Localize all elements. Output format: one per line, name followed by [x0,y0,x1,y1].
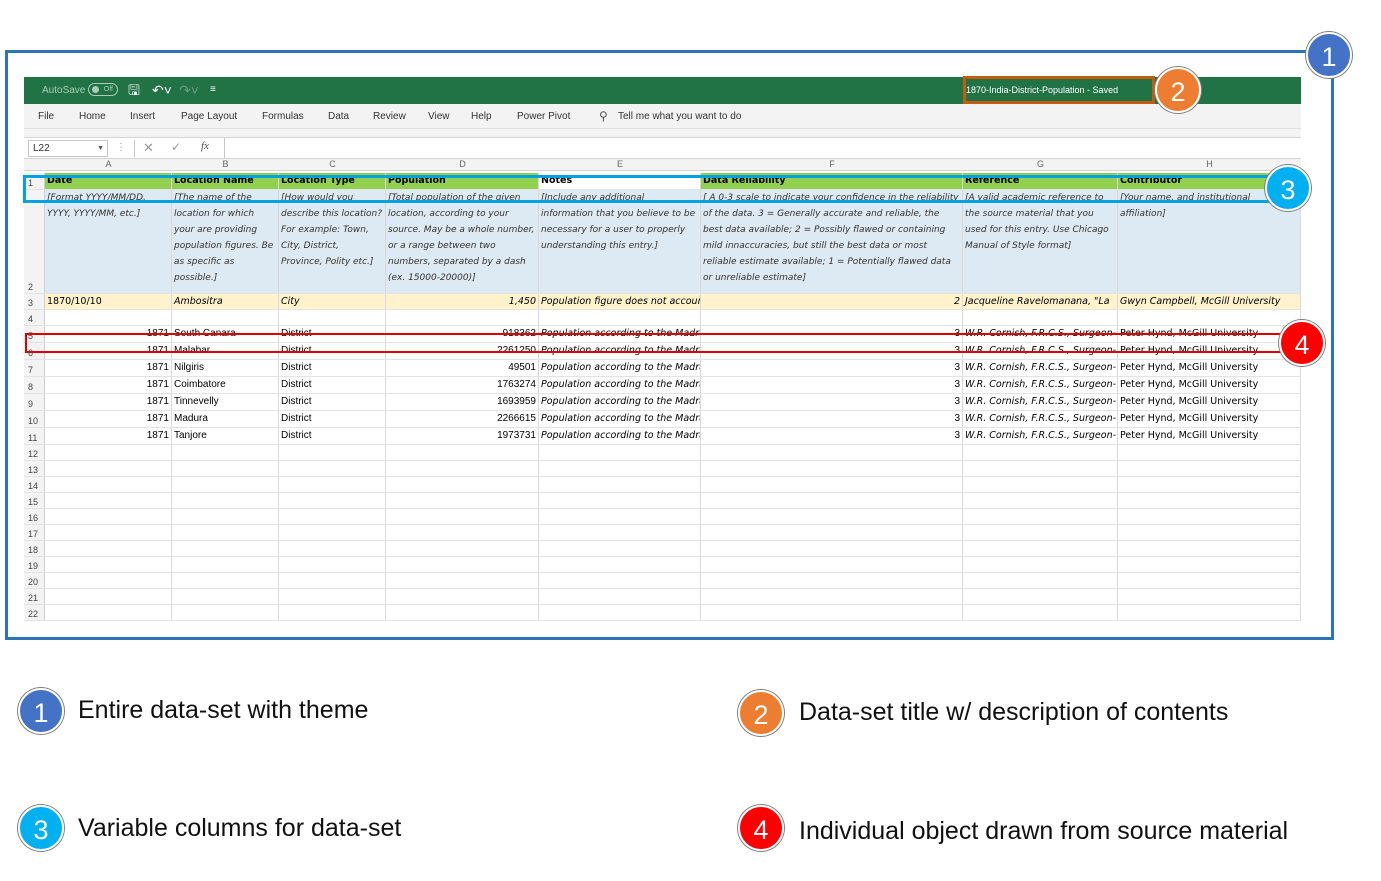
badge-4: 4 [1279,320,1325,366]
badge-3: 3 [1265,165,1311,211]
legend-text-4: Individual object drawn from source mate… [799,817,1289,845]
badge-2: 2 [1155,67,1201,113]
annotation-frame-variables [23,175,1285,203]
legend-badge-3: 3 [18,805,64,851]
annotation-frame-object [25,333,1283,353]
legend-badge-1: 1 [18,688,64,734]
annotation-frame-title [963,76,1155,104]
badge-1: 1 [1306,32,1352,78]
legend-badge-4: 4 [738,805,784,851]
legend-text-3: Variable columns for data-set [78,814,402,842]
legend-text-2: Data-set title w/ description of content… [799,698,1229,726]
legend-badge-2: 2 [738,690,784,736]
legend-text-1: Entire data-set with theme [78,696,369,724]
annotated-screenshot: AutoSave Off 🖫 ↶˅ ↷˅ ≡ 1870-India-Distri… [0,0,1381,881]
